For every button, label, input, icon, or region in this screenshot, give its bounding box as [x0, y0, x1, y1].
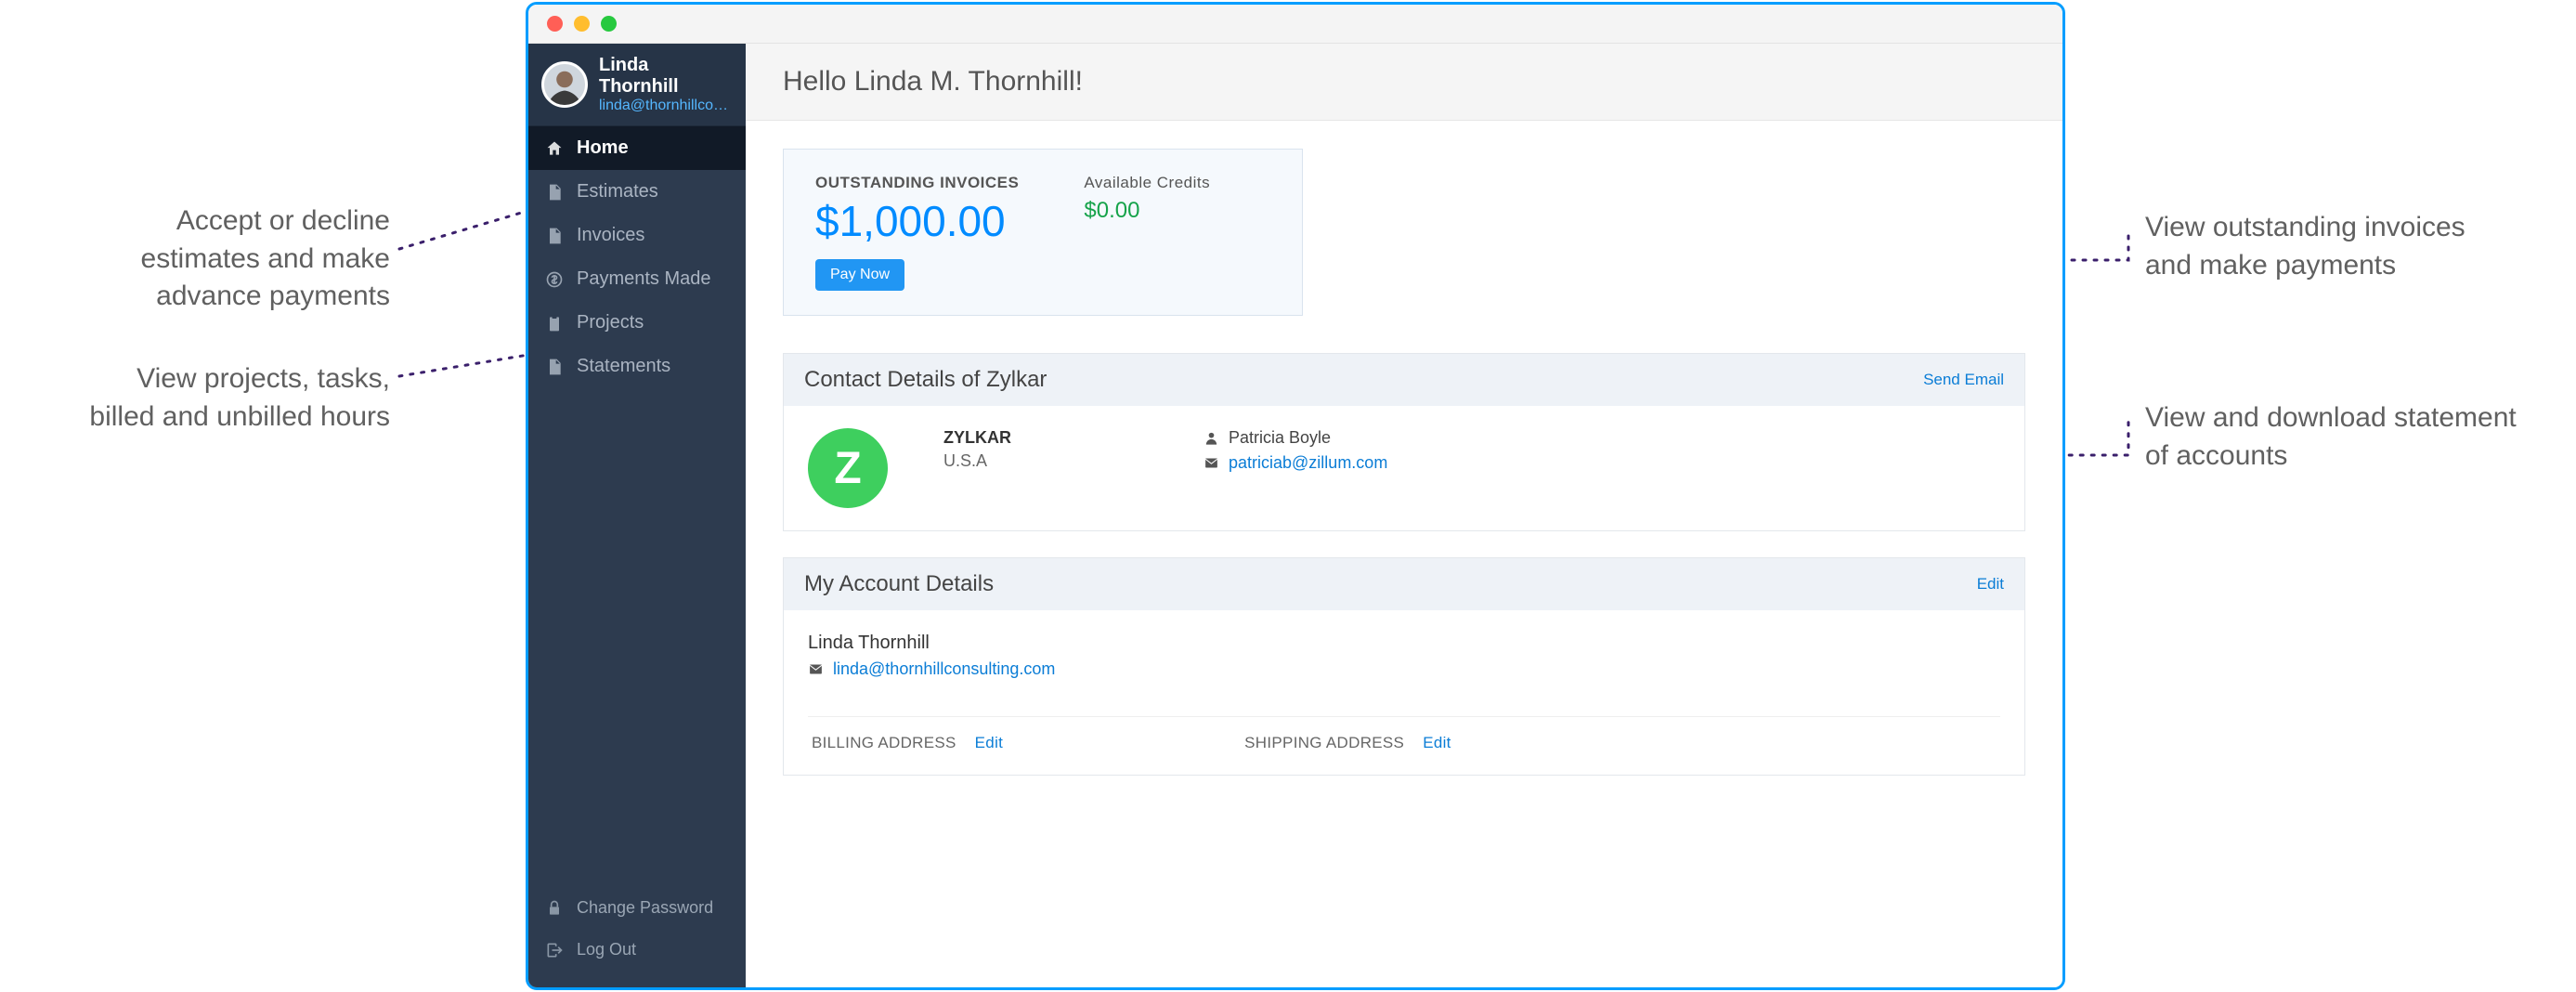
- account-edit-link[interactable]: Edit: [1977, 575, 2004, 594]
- profile-email: linda@thornhillcon...: [599, 98, 733, 114]
- callout-estimates: Accept or declineestimates and makeadvan…: [56, 202, 390, 316]
- window-minimize-icon[interactable]: [574, 16, 590, 32]
- send-email-link[interactable]: Send Email: [1923, 371, 2004, 389]
- sidebar-item-home[interactable]: Home: [528, 126, 746, 170]
- coin-icon: [545, 270, 564, 289]
- callout-outstanding: View outstanding invoicesand make paymen…: [2145, 209, 2563, 284]
- logout-icon: [545, 941, 564, 959]
- clipboard-icon: [545, 314, 564, 333]
- avatar: [541, 61, 588, 108]
- sidebar-item-statements[interactable]: Statements: [528, 345, 746, 388]
- account-panel-title: My Account Details: [804, 571, 994, 597]
- billing-edit-link[interactable]: Edit: [975, 734, 1004, 752]
- sidebar-logout[interactable]: Log Out: [528, 929, 746, 971]
- credits-label: Available Credits: [1084, 174, 1210, 192]
- sidebar-item-label: Change Password: [577, 898, 713, 918]
- hero: Hello Linda M. Thornhill!: [746, 44, 2062, 121]
- profile-name: Linda Thornhill: [599, 55, 733, 98]
- sidebar-item-label: Payments Made: [577, 268, 711, 290]
- credits-value: $0.00: [1084, 198, 1210, 224]
- sidebar-item-label: Invoices: [577, 225, 644, 246]
- window-titlebar: [528, 5, 2062, 44]
- profile-block: Linda Thornhill linda@thornhillcon...: [528, 44, 746, 126]
- file-icon: [545, 183, 564, 202]
- sidebar-item-label: Home: [577, 137, 629, 159]
- org-name: ZYLKAR: [943, 428, 1148, 448]
- outstanding-value: $1,000.00: [815, 196, 1019, 246]
- person-icon: [1203, 430, 1219, 446]
- home-icon: [545, 139, 564, 158]
- summary-card: OUTSTANDING INVOICES $1,000.00 Pay Now A…: [783, 149, 1303, 316]
- sidebar-item-estimates[interactable]: Estimates: [528, 170, 746, 214]
- mail-icon: [808, 661, 824, 677]
- sidebar-item-invoices[interactable]: Invoices: [528, 214, 746, 257]
- shipping-edit-link[interactable]: Edit: [1423, 734, 1451, 752]
- contact-panel-title: Contact Details of Zylkar: [804, 367, 1047, 393]
- main-content: Hello Linda M. Thornhill! OUTSTANDING IN…: [746, 44, 2062, 987]
- window-close-icon[interactable]: [547, 16, 563, 32]
- page-title: Hello Linda M. Thornhill!: [783, 66, 2025, 98]
- contact-person-name: Patricia Boyle: [1229, 428, 1331, 448]
- browser-window: Linda Thornhill linda@thornhillcon... Ho…: [526, 2, 2065, 990]
- contact-person-email[interactable]: patriciab@zillum.com: [1229, 453, 1387, 473]
- sidebar-change-password[interactable]: Change Password: [528, 887, 746, 929]
- lock-icon: [545, 899, 564, 918]
- sidebar-item-label: Statements: [577, 356, 670, 377]
- sidebar-bottom: Change Password Log Out: [528, 887, 746, 987]
- sidebar-item-projects[interactable]: Projects: [528, 301, 746, 345]
- callout-projects: View projects, tasks,billed and unbilled…: [0, 360, 390, 436]
- sidebar-item-label: Log Out: [577, 940, 636, 959]
- shipping-address-label: SHIPPING ADDRESS: [1244, 734, 1404, 752]
- sidebar-item-label: Estimates: [577, 181, 658, 202]
- callout-statements: View and download statementof accounts: [2145, 399, 2572, 475]
- account-name: Linda Thornhill: [808, 633, 2000, 654]
- sidebar: Linda Thornhill linda@thornhillcon... Ho…: [528, 44, 746, 987]
- contact-panel: Contact Details of Zylkar Send Email Z Z…: [783, 353, 2025, 531]
- outstanding-label: OUTSTANDING INVOICES: [815, 174, 1019, 192]
- org-country: U.S.A: [943, 451, 1148, 471]
- account-panel: My Account Details Edit Linda Thornhill …: [783, 557, 2025, 776]
- sidebar-item-label: Projects: [577, 312, 644, 333]
- window-zoom-icon[interactable]: [601, 16, 617, 32]
- file-icon: [545, 358, 564, 376]
- account-email[interactable]: linda@thornhillconsulting.com: [833, 659, 1055, 679]
- billing-address-label: BILLING ADDRESS: [812, 734, 956, 752]
- sidebar-item-payments[interactable]: Payments Made: [528, 257, 746, 301]
- pay-now-button[interactable]: Pay Now: [815, 259, 904, 291]
- file-icon: [545, 227, 564, 245]
- org-logo: Z: [808, 428, 888, 508]
- mail-icon: [1203, 455, 1219, 471]
- sidebar-nav: Home Estimates Invoices Payments Made: [528, 126, 746, 388]
